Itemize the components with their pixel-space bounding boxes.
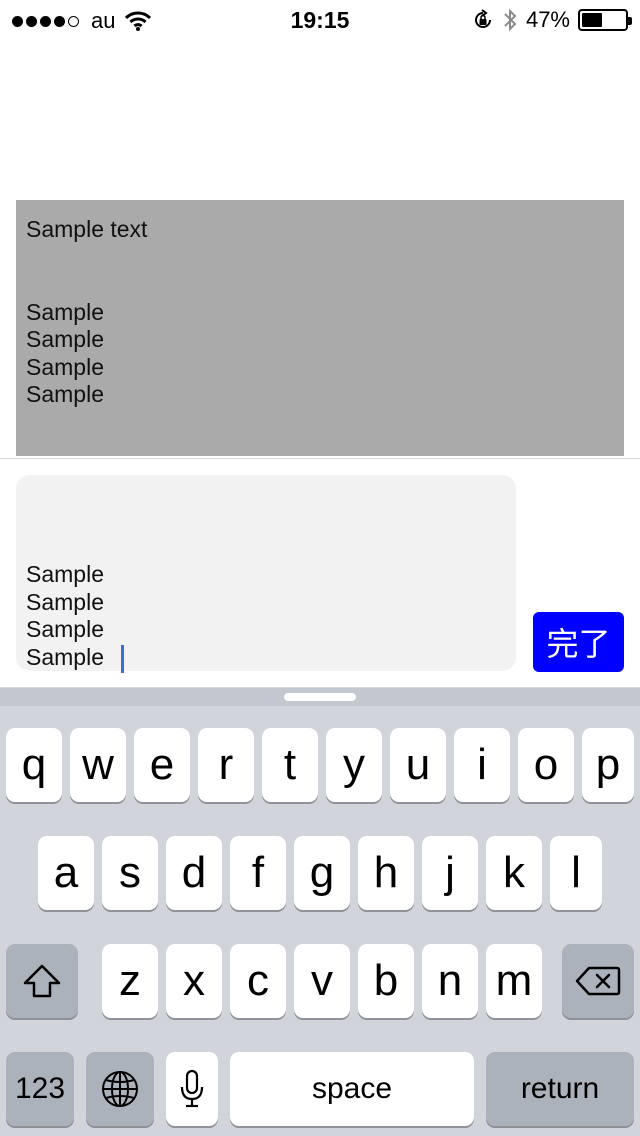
key-j[interactable]: j	[422, 836, 478, 910]
backspace-icon	[575, 966, 621, 996]
battery-icon	[578, 9, 632, 31]
input-bar: Sample Sample Sample Sample 完了	[0, 458, 640, 688]
return-key[interactable]: return	[486, 1052, 634, 1126]
key-t[interactable]: t	[262, 728, 318, 802]
input-text: Sample Sample Sample Sample	[26, 561, 104, 671]
battery-fill	[582, 13, 602, 27]
status-right: 47%	[472, 7, 632, 33]
key-m[interactable]: m	[486, 944, 542, 1018]
key-g[interactable]: g	[294, 836, 350, 910]
display-line: Sample	[26, 353, 104, 380]
text-display-panel: Sample text Sample Sample Sample Sample	[16, 200, 624, 456]
keyboard: q w e r t y u i o p a s d f g h j k l z …	[0, 688, 640, 1136]
battery-nub	[628, 17, 632, 25]
input-line: Sample	[26, 616, 104, 642]
status-bar: au 19:15 47%	[0, 0, 640, 40]
screen: au 19:15 47% Sample text Sample Sample S…	[0, 0, 640, 1136]
key-w[interactable]: w	[70, 728, 126, 802]
message-text-view[interactable]: Sample Sample Sample Sample	[16, 475, 516, 673]
key-l[interactable]: l	[550, 836, 602, 910]
input-line: Sample	[26, 588, 104, 615]
microphone-icon	[180, 1069, 204, 1108]
orientation-lock-icon	[474, 9, 491, 28]
display-line: Sample	[26, 326, 104, 352]
globe-key[interactable]	[86, 1052, 154, 1126]
display-line: Sample	[26, 298, 104, 325]
key-d[interactable]: d	[166, 836, 222, 910]
keyboard-drag-handle[interactable]	[284, 693, 356, 701]
key-h[interactable]: h	[358, 836, 414, 910]
key-p[interactable]: p	[582, 728, 634, 802]
globe-icon	[102, 1071, 138, 1107]
shift-key[interactable]	[6, 944, 78, 1018]
battery-percent: 47%	[525, 7, 570, 32]
key-c[interactable]: c	[230, 944, 286, 1018]
display-line: Sample	[26, 381, 104, 407]
key-s[interactable]: s	[102, 836, 158, 910]
shift-icon	[23, 964, 61, 998]
key-e[interactable]: e	[134, 728, 190, 802]
display-text: Sample text Sample Sample Sample Sample	[26, 216, 147, 409]
key-r[interactable]: r	[198, 728, 254, 802]
key-q[interactable]: q	[6, 728, 62, 802]
keyboard-top-strip	[0, 688, 640, 706]
key-v[interactable]: v	[294, 944, 350, 1018]
key-o[interactable]: o	[518, 728, 574, 802]
key-f[interactable]: f	[230, 836, 286, 910]
text-caret	[121, 645, 124, 673]
numbers-key[interactable]: 123	[6, 1052, 74, 1126]
done-button[interactable]: 完了	[533, 612, 624, 672]
key-z[interactable]: z	[102, 944, 158, 1018]
key-i[interactable]: i	[454, 728, 510, 802]
microphone-key[interactable]	[166, 1052, 218, 1126]
input-line: Sample	[26, 643, 104, 670]
key-n[interactable]: n	[422, 944, 478, 1018]
key-b[interactable]: b	[358, 944, 414, 1018]
space-key[interactable]: space	[230, 1052, 474, 1126]
bluetooth-icon	[504, 8, 517, 32]
display-first-line: Sample text	[26, 216, 148, 242]
key-a[interactable]: a	[38, 836, 94, 910]
key-u[interactable]: u	[390, 728, 446, 802]
input-line: Sample	[26, 561, 104, 587]
key-x[interactable]: x	[166, 944, 222, 1018]
key-k[interactable]: k	[486, 836, 542, 910]
key-y[interactable]: y	[326, 728, 382, 802]
delete-key[interactable]	[562, 944, 634, 1018]
